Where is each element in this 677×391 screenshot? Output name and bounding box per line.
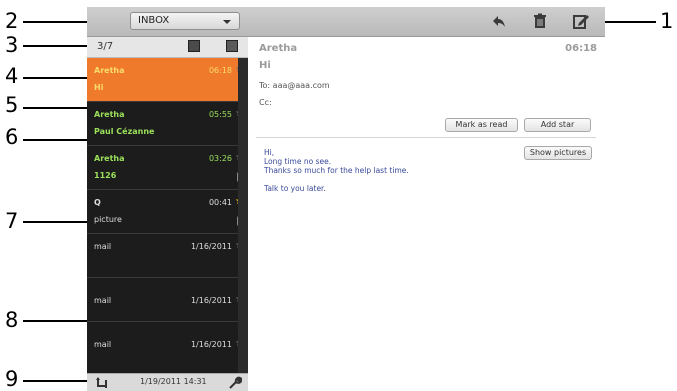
message-cc: Cc: [259, 98, 272, 107]
mailbox-dropdown[interactable]: INBOX [130, 12, 240, 30]
message-time: 00:41 [208, 198, 232, 207]
top-toolbar: INBOX [87, 7, 605, 37]
show-pictures-button[interactable]: Show pictures [524, 146, 592, 160]
message-count: 3/7 [97, 41, 114, 52]
body-line: Hi, [264, 148, 275, 157]
message-subject: Paul Cézanne [94, 127, 155, 136]
body-line: Talk to you later. [264, 184, 326, 193]
list-item[interactable]: Aretha 06:18 Hi ★ [87, 58, 244, 102]
list-header: 3/7 [87, 37, 248, 58]
refresh-icon[interactable] [95, 376, 109, 390]
list-item[interactable]: mail 1/16/2011 ★ [87, 234, 244, 278]
callout-3: 3 [5, 33, 19, 57]
callout-1: 1 [660, 9, 674, 33]
chevron-down-icon [223, 20, 231, 24]
header-divider [256, 137, 596, 138]
callout-line-4 [23, 77, 93, 79]
callout-5: 5 [5, 93, 19, 117]
callout-2: 2 [5, 9, 19, 33]
callout-9: 9 [5, 367, 19, 391]
message-sender: mail [94, 340, 112, 349]
message-time: 05:55 [208, 110, 232, 119]
message-time: 1/16/2011 [190, 242, 232, 251]
message-sender: Aretha [94, 154, 125, 163]
callout-6: 6 [5, 125, 19, 149]
add-star-button[interactable]: Add star [524, 118, 591, 132]
message-time: 06:18 [208, 66, 232, 75]
email-app-window: INBOX 3/7 Aretha 06:18 Hi Aretha 05:55 P… [87, 7, 605, 391]
message-time: 06:18 [565, 43, 597, 54]
list-item[interactable]: mail 1/16/2011 ★ [87, 322, 244, 374]
list-scrollbar[interactable] [238, 58, 248, 374]
body-line: Thanks so much for the help last time. [264, 166, 409, 175]
message-sender: Aretha [94, 110, 125, 119]
trash-icon[interactable] [531, 12, 549, 30]
mark-as-read-button[interactable]: Mark as read [445, 118, 518, 132]
message-subject: picture [94, 215, 122, 224]
message-recipient: To: aaa@aaa.com [259, 81, 330, 90]
callout-8: 8 [5, 308, 19, 332]
message-time: 1/16/2011 [190, 296, 232, 305]
reply-icon[interactable] [490, 12, 508, 30]
message-sender: Aretha [94, 66, 125, 75]
list-item[interactable]: Aretha 05:55 Paul Cézanne ★ [87, 102, 244, 146]
message-sender: mail [94, 242, 112, 251]
list-item[interactable]: Q 00:41 picture ★ [87, 190, 244, 234]
callout-line-1 [598, 21, 656, 23]
message-subject: Hi [259, 60, 271, 71]
mailbox-label: INBOX [138, 15, 170, 26]
body-line: Long time no see. [264, 157, 332, 166]
compose-icon[interactable] [572, 12, 590, 30]
callout-line-3 [23, 45, 89, 47]
callout-4: 4 [5, 64, 19, 88]
message-time: 1/16/2011 [190, 340, 232, 349]
list-footer: 1/19/2011 14:31 [87, 373, 248, 391]
message-sender: mail [94, 296, 112, 305]
select-all-icon[interactable] [188, 40, 200, 52]
message-list-panel: 3/7 Aretha 06:18 Hi ★ Aretha 05:55 Paul … [87, 37, 248, 391]
message-from: Aretha [259, 43, 298, 54]
message-reading-pane: Aretha 06:18 Hi To: aaa@aaa.com Cc: Mark… [248, 37, 605, 391]
message-subject: Hi [94, 83, 104, 92]
settings-wrench-icon[interactable] [228, 376, 242, 390]
list-item[interactable]: mail 1/16/2011 ★ [87, 278, 244, 322]
last-sync-time: 1/19/2011 14:31 [140, 377, 207, 386]
message-sender: Q [94, 198, 101, 207]
callout-7: 7 [5, 209, 19, 233]
list-item[interactable]: Aretha 03:26 1126 ★ [87, 146, 244, 190]
message-time: 03:26 [208, 154, 232, 163]
message-subject: 1126 [94, 171, 117, 180]
checkbox-toggle-icon[interactable] [226, 40, 238, 52]
